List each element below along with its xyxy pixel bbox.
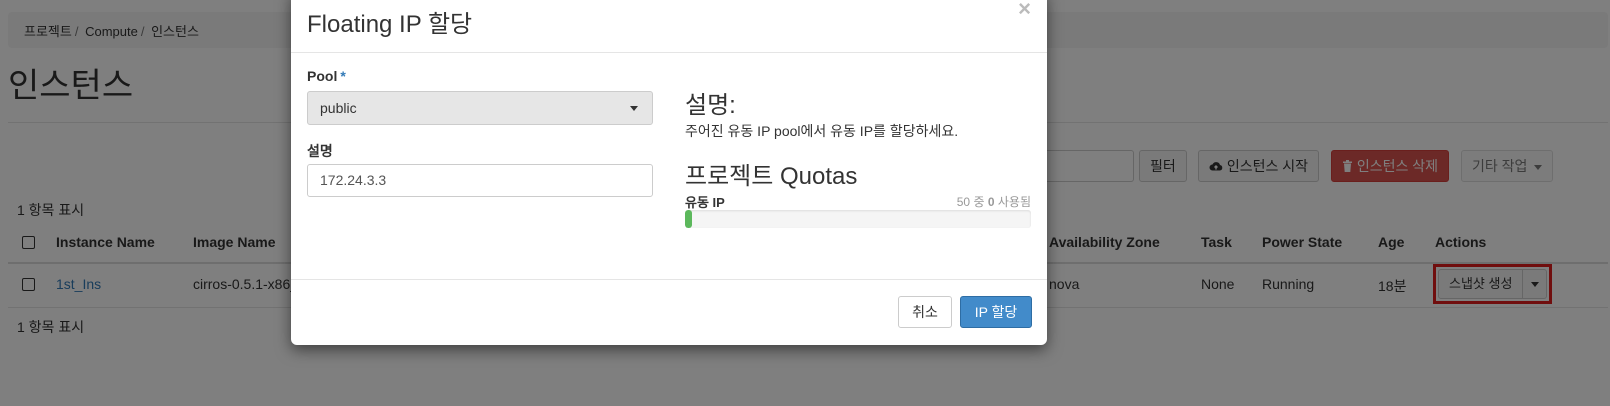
pool-select[interactable]: public <box>307 91 653 125</box>
modal-title: Floating IP 할당 <box>307 11 473 38</box>
quota-suffix: 사용됨 <box>997 195 1031 209</box>
close-icon[interactable]: × <box>1018 0 1031 20</box>
pool-label-text: Pool <box>307 68 338 84</box>
required-mark: * <box>340 68 346 84</box>
quota-used: 0 <box>987 195 995 209</box>
quota-heading: 프로젝트 Quotas <box>685 163 858 190</box>
quota-usage: 50 중 0 사용됨 <box>957 193 1031 210</box>
allocate-ip-button[interactable]: IP 할당 <box>960 296 1032 328</box>
chevron-down-icon <box>630 106 638 111</box>
pool-label: Pool * <box>307 68 346 84</box>
description-label: 설명 <box>307 143 333 159</box>
help-heading: 설명: <box>685 92 736 119</box>
description-input[interactable]: 172.24.3.3 <box>307 164 653 197</box>
cancel-button[interactable]: 취소 <box>898 296 952 328</box>
quota-progress-fill <box>685 210 692 228</box>
allocate-floating-ip-dialog: Floating IP 할당 × Pool * public 설명 172.24.… <box>291 0 1047 345</box>
quota-progress-bar <box>685 210 1031 228</box>
quota-mid: 중 <box>973 195 985 209</box>
quota-label: 유동 IP <box>685 195 725 210</box>
quota-total: 50 <box>956 195 971 209</box>
help-text: 주어진 유동 IP pool에서 유동 IP를 할당하세요. <box>685 123 959 139</box>
pool-select-value: public <box>320 100 357 116</box>
modal-header: Floating IP 할당 × <box>291 0 1047 53</box>
